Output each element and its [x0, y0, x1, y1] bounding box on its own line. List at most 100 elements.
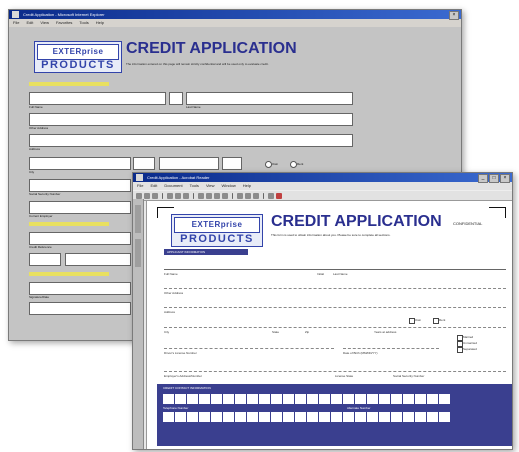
address-label: Address: [164, 310, 176, 314]
drivers-license-label: Driver's License Number: [164, 351, 197, 355]
toolbar-separator: [193, 192, 194, 199]
menu-view[interactable]: View: [40, 19, 49, 27]
other-address-line: [164, 288, 506, 289]
full-name-label: Full Name: [164, 272, 178, 276]
web-search-icon[interactable]: [276, 192, 282, 199]
section-applicant-label: [29, 82, 109, 86]
last-page-icon[interactable]: [222, 192, 228, 199]
menu-file[interactable]: File: [13, 19, 19, 27]
confidential-tag: CONFIDENTIAL: [453, 221, 483, 226]
section-applicant-header: APPLICANT INFORMATION: [164, 249, 248, 255]
hand-tool-icon[interactable]: [167, 192, 173, 199]
app-icon: [136, 174, 143, 181]
rent-radio[interactable]: [290, 161, 297, 168]
crop-mark: [489, 207, 506, 218]
initial-input[interactable]: [169, 92, 183, 105]
address-label: Address: [29, 147, 41, 151]
close-button[interactable]: ×: [500, 174, 510, 183]
employer-label: Employer's Address/Number: [164, 374, 202, 378]
menu-edit[interactable]: Edit: [26, 19, 33, 27]
menu-view[interactable]: View: [206, 182, 215, 190]
address-input[interactable]: [29, 134, 353, 147]
menu-tools[interactable]: Tools: [190, 182, 199, 190]
find-icon[interactable]: [268, 192, 274, 199]
print-icon[interactable]: [144, 192, 150, 199]
fit-width-icon[interactable]: [245, 192, 251, 199]
menu-file[interactable]: File: [137, 182, 143, 190]
section-applicant-title: APPLICANT INFORMATION: [167, 250, 206, 254]
fit-page-icon[interactable]: [237, 192, 243, 199]
window-title: Credit Application - Microsoft Internet …: [23, 12, 105, 17]
rent-label: Rent: [439, 318, 446, 322]
state-input[interactable]: [133, 157, 155, 170]
company-logo: EXTERprise PRODUCTS: [34, 41, 122, 73]
separated-label: Separated: [463, 347, 477, 351]
dob-line: [343, 348, 439, 349]
state-label: State: [272, 330, 280, 334]
other-address-label: Other Address: [29, 126, 49, 130]
toolbar-separator: [263, 192, 264, 199]
next-page-icon[interactable]: [214, 192, 220, 199]
menu-favorites[interactable]: Favorites: [56, 19, 72, 27]
rotate-icon[interactable]: [253, 192, 259, 199]
bookmarks-tab[interactable]: [135, 205, 141, 233]
contact-section: CREDIT CONTACT INFORMATION Telephone Num…: [157, 384, 512, 446]
menu-document[interactable]: Document: [164, 182, 182, 190]
social-security-label: Social Security Number: [393, 374, 425, 378]
window-title: Credit Application - Acrobat Reader: [147, 175, 210, 180]
menu-edit[interactable]: Edit: [150, 182, 157, 190]
name-line: [164, 269, 506, 270]
social-security-input[interactable]: [29, 179, 131, 192]
maximize-button[interactable]: □: [489, 174, 499, 183]
years-input[interactable]: [222, 157, 242, 170]
married-label: Married: [463, 335, 474, 339]
document-page: EXTERprise PRODUCTS CREDIT APPLICATION C…: [146, 201, 512, 449]
signature-label: Signature/Date: [29, 295, 50, 299]
thumbnails-tab[interactable]: [135, 239, 141, 267]
save-icon[interactable]: [152, 192, 158, 199]
minimize-button[interactable]: _: [478, 174, 488, 183]
menu-help[interactable]: Help: [243, 182, 251, 190]
prev-page-icon[interactable]: [206, 192, 212, 199]
phone-cells-row2[interactable]: [163, 412, 450, 422]
social-security-label: Social Security Number: [29, 192, 61, 196]
reference-input-a[interactable]: [29, 253, 61, 266]
years-label: Years at address: [374, 330, 397, 334]
zoom-in-icon[interactable]: [175, 192, 181, 199]
zip-input[interactable]: [159, 157, 219, 170]
signature-input[interactable]: [29, 302, 131, 315]
full-name-input[interactable]: [29, 92, 166, 105]
city-input[interactable]: [29, 157, 131, 170]
city-label: City: [29, 170, 35, 174]
dob-label: Date of Birth (MM/DD/YY): [343, 351, 378, 355]
employer-line: [164, 371, 506, 372]
intro-text: This form is used to obtain information …: [271, 233, 391, 237]
toolbar-separator: [162, 192, 163, 199]
logo-bottom: PRODUCTS: [41, 59, 115, 71]
close-button[interactable]: ×: [449, 11, 459, 20]
alternate-label: Alternate Number: [347, 406, 371, 410]
section-employment-label: [29, 222, 109, 226]
title-bar: Credit Application - Microsoft Internet …: [9, 10, 461, 20]
open-icon[interactable]: [136, 192, 142, 199]
menu-help[interactable]: Help: [96, 19, 104, 27]
last-name-input[interactable]: [186, 92, 353, 105]
own-label: Own: [272, 162, 279, 166]
reference-input-b[interactable]: [65, 253, 131, 266]
intro-text: The information entered on this page wil…: [126, 62, 269, 66]
first-page-icon[interactable]: [198, 192, 204, 199]
menu-tools[interactable]: Tools: [79, 19, 88, 27]
toolbar-separator: [232, 192, 233, 199]
navigation-pane: [133, 199, 144, 449]
employer-input[interactable]: [29, 201, 131, 214]
employment-input[interactable]: [29, 232, 131, 245]
toolbar: [133, 190, 512, 201]
bank-input[interactable]: [29, 282, 131, 295]
address-line: [164, 307, 506, 308]
other-address-input[interactable]: [29, 113, 353, 126]
menu-window[interactable]: Window: [222, 182, 236, 190]
own-radio[interactable]: [265, 161, 272, 168]
select-text-icon[interactable]: [183, 192, 189, 199]
phone-cells-row1[interactable]: [163, 394, 450, 404]
company-logo: EXTERprise PRODUCTS: [171, 214, 263, 247]
